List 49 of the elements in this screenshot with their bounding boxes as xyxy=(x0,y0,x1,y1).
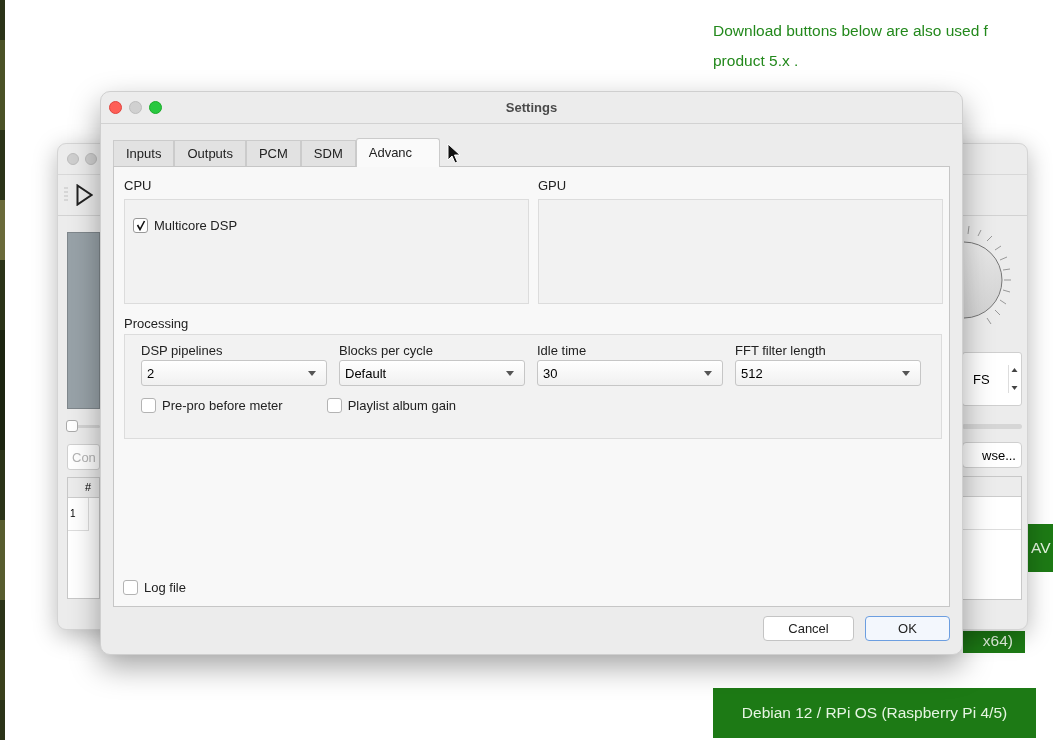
tab[interactable]: SDM xyxy=(300,140,356,166)
dropdown[interactable]: 512 xyxy=(735,360,921,386)
checkbox[interactable] xyxy=(326,398,342,413)
checkbox-label: Log file xyxy=(144,580,186,595)
checkbox-label: Pre-pro before meter xyxy=(162,398,283,413)
play-icon[interactable] xyxy=(76,184,93,206)
combo-label: Idle time xyxy=(537,343,587,358)
caret-icon xyxy=(902,370,910,376)
slider-handle[interactable] xyxy=(66,420,78,432)
download-button[interactable]: Debian 12 / RPi OS (Raspberry Pi 4/5) xyxy=(713,688,1036,738)
dropdown[interactable]: Default xyxy=(339,360,525,386)
column-header: # xyxy=(85,480,92,495)
minimize-button[interactable] xyxy=(129,101,142,114)
group-label: Processing xyxy=(124,316,189,331)
cursor-icon xyxy=(447,143,461,165)
zoom-button[interactable] xyxy=(149,101,162,114)
dropdown[interactable]: 2 xyxy=(141,360,327,386)
tab[interactable]: Inputs xyxy=(113,140,175,166)
download-button[interactable]: x64) xyxy=(963,631,1025,653)
spin-arrows-icon xyxy=(1008,365,1019,393)
tab[interactable]: Advanc xyxy=(355,138,441,167)
close-button[interactable] xyxy=(109,101,122,114)
dropdown[interactable]: 30 xyxy=(537,360,723,386)
cancel-button[interactable]: Cancel xyxy=(763,616,854,641)
checkbox-label: Multicore DSP xyxy=(154,218,238,233)
row-number: 1 xyxy=(70,507,76,521)
checkbox[interactable] xyxy=(123,580,138,595)
combo-label: DSP pipelines xyxy=(141,343,223,358)
tab[interactable]: Outputs xyxy=(174,140,246,166)
caret-icon xyxy=(308,370,316,376)
combo-label: FFT filter length xyxy=(735,343,826,358)
browse-button[interactable]: wse... xyxy=(962,442,1022,468)
checkbox[interactable] xyxy=(141,398,156,413)
group-label: GPU xyxy=(538,178,567,193)
group-label: CPU xyxy=(124,178,152,193)
slider-track[interactable] xyxy=(962,424,1022,429)
tab[interactable]: PCM xyxy=(245,140,301,166)
caret-icon xyxy=(506,370,514,376)
spin-box[interactable]: FS xyxy=(962,352,1022,406)
minimize-button[interactable] xyxy=(85,153,97,165)
checkbox-label: Playlist album gain xyxy=(347,398,457,413)
window-title: Settings xyxy=(505,100,558,115)
caret-icon xyxy=(704,370,712,376)
ok-button[interactable]: OK xyxy=(865,616,950,641)
download-button[interactable]: AV xyxy=(1028,524,1053,572)
combo-label: Blocks per cycle xyxy=(339,343,433,358)
download-note: Download buttons below are also used f product 5.x . xyxy=(713,21,988,71)
close-button[interactable] xyxy=(67,153,79,165)
checkbox[interactable] xyxy=(133,218,148,233)
